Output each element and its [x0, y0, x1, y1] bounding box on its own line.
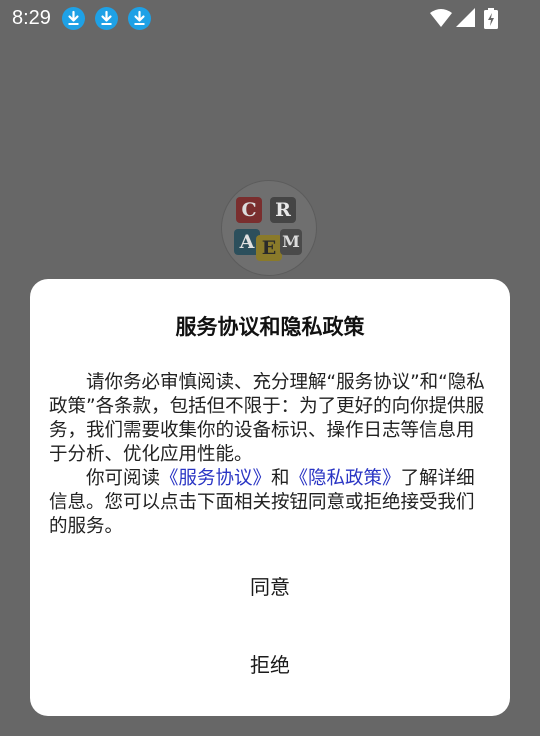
battery-charging-icon [484, 8, 498, 33]
logo-tile: C [236, 197, 262, 223]
download-icon [62, 7, 85, 30]
logo-tile: R [270, 197, 296, 223]
paragraph-text: 你可阅读 [86, 468, 161, 489]
privacy-dialog: 服务协议和隐私政策 请你务必审慎阅读、充分理解“服务协议”和“隐私政策”各条款，… [30, 279, 510, 716]
status-time: 8:29 [12, 7, 51, 29]
agree-button[interactable]: 同意 [30, 559, 510, 615]
wifi-icon [430, 8, 452, 32]
reject-button[interactable]: 拒绝 [30, 637, 510, 693]
app-logo: C R A E M [221, 180, 317, 276]
paragraph-text: 和 [271, 468, 290, 489]
download-icon [128, 7, 151, 30]
service-agreement-link[interactable]: 《服务协议》 [160, 468, 271, 489]
dialog-paragraph: 你可阅读《服务协议》和《隐私政策》了解详细信息。您可以点击下面相关按钮同意或拒绝… [49, 467, 491, 539]
dialog-body: 请你务必审慎阅读、充分理解“服务协议”和“隐私政策”各条款，包括但不限于：为了更… [49, 371, 491, 539]
logo-tile: M [280, 229, 302, 255]
download-icon [95, 7, 118, 30]
signal-icon [456, 8, 476, 32]
logo-tile: E [256, 235, 282, 261]
dialog-paragraph: 请你务必审慎阅读、充分理解“服务协议”和“隐私政策”各条款，包括但不限于：为了更… [49, 372, 485, 465]
dialog-title: 服务协议和隐私政策 [175, 315, 365, 339]
status-bar: 8:29 [0, 0, 540, 36]
privacy-policy-link[interactable]: 《隐私政策》 [290, 468, 401, 489]
